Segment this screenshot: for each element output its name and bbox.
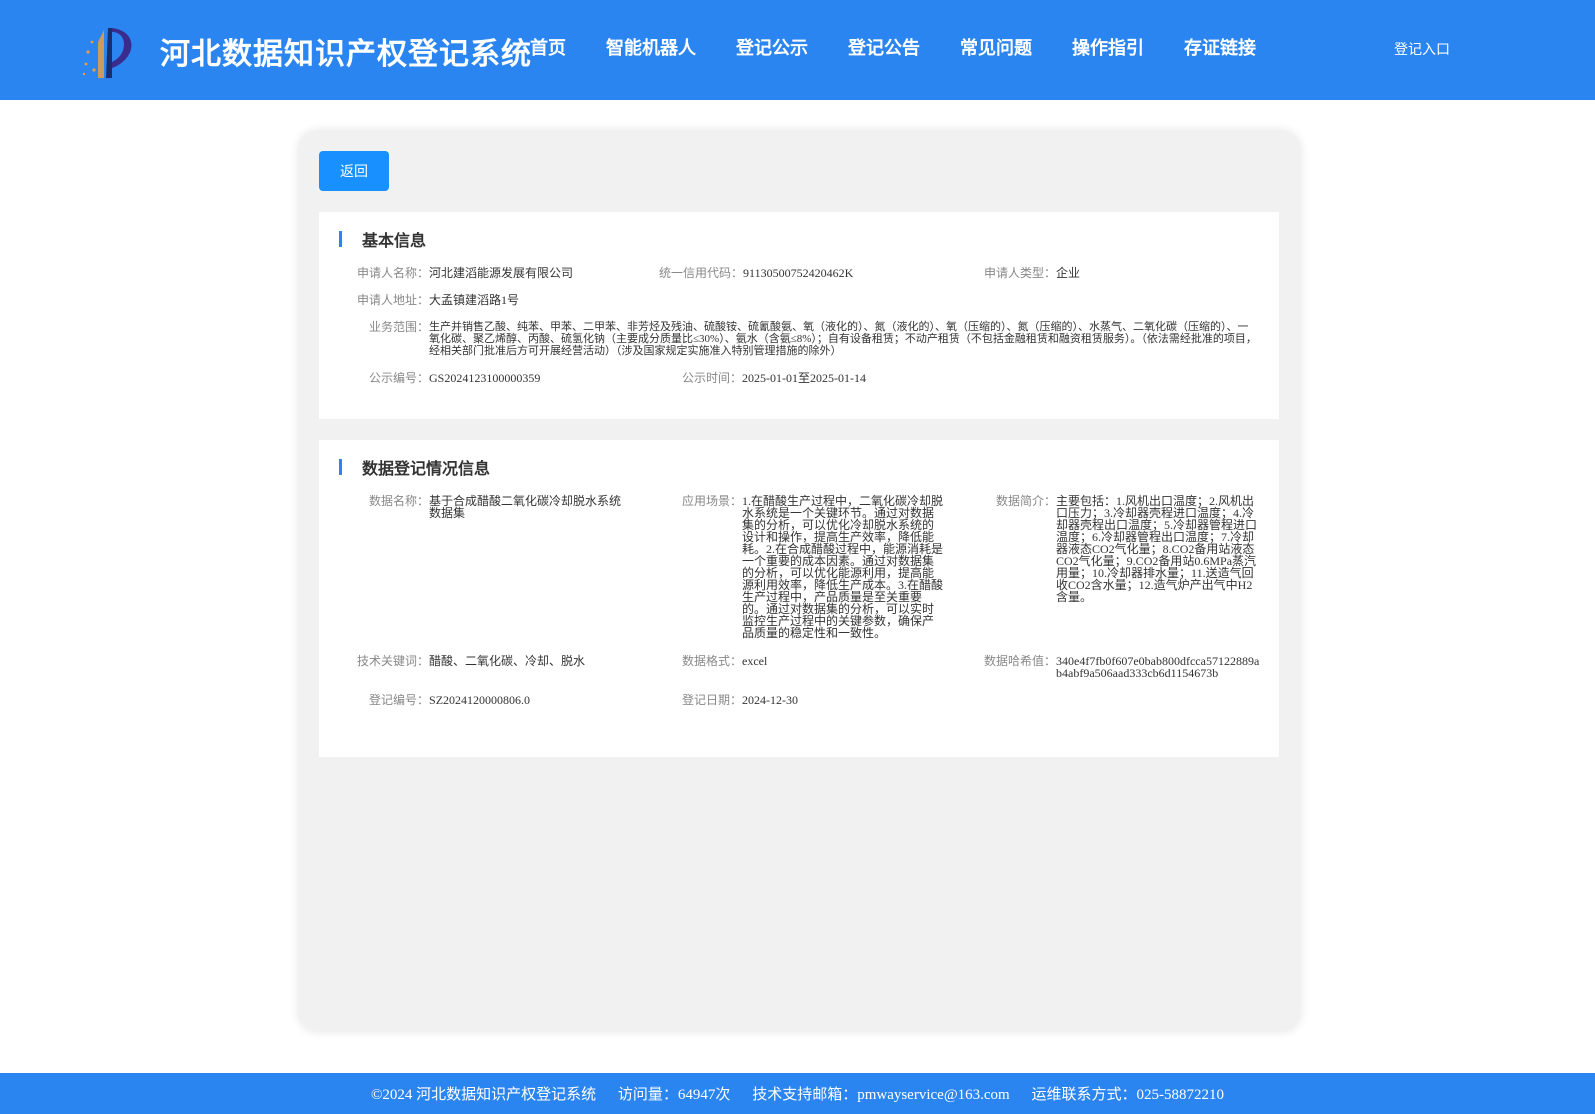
keywords-field: 技术关键词： 醋酸、二氧化碳、冷却、脱水: [357, 655, 585, 667]
field-label: 登记日期：: [682, 693, 743, 707]
field-label: 公示编号：: [369, 371, 430, 385]
basic-info-heading: 基本信息: [339, 230, 427, 250]
notice-no-field: 公示编号： GS2024123100000359: [369, 372, 540, 384]
footer: ©2024 河北数据知识产权登记系统 访问量：64947次 技术支持邮箱：pmw…: [0, 1073, 1595, 1114]
reg-date-field: 登记日期： 2024-12-30: [682, 694, 798, 706]
reg-date-value: 2024-12-30: [742, 693, 799, 707]
main-nav: 首页 智能机器人 登记公示 登记公告 常见问题 操作指引 存证链接: [530, 34, 1296, 60]
field-label: 技术关键词：: [357, 654, 430, 668]
field-label: 申请人类型：: [984, 266, 1057, 280]
credit-code-field: 统一信用代码： 91130500752420462K: [659, 267, 853, 279]
field-label: 登记编号：: [369, 693, 430, 707]
notice-time-value: 2025-01-01至2025-01-14: [742, 371, 867, 385]
scenario-value: 1.在醋酸生产过程中，二氧化碳冷却脱水系统是一个关键环节。通过对数据集的分析，可…: [742, 494, 944, 640]
applicant-name-value: 河北建滔能源发展有限公司: [429, 266, 574, 280]
field-label: 申请人名称：: [357, 266, 430, 280]
heading-accent-bar: [339, 459, 342, 475]
footer-email: 技术支持邮箱：pmwayservice@163.com: [752, 1087, 1010, 1103]
reg-no-field: 登记编号： SZ2024120000806.0: [369, 694, 530, 706]
scenario-field: 应用场景： 1.在醋酸生产过程中，二氧化碳冷却脱水系统是一个关键环节。通过对数据…: [682, 495, 944, 639]
applicant-type-field: 申请人类型： 企业: [984, 267, 1080, 279]
applicant-name-field: 申请人名称： 河北建滔能源发展有限公司: [357, 267, 573, 279]
basic-info-title: 基本信息: [362, 231, 427, 250]
notice-time-field: 公示时间： 2025-01-01至2025-01-14: [682, 372, 866, 384]
nav-robot[interactable]: 智能机器人: [606, 34, 696, 60]
reg-no-value: SZ2024120000806.0: [429, 693, 531, 707]
notice-no-value: GS2024123100000359: [429, 371, 541, 385]
field-label: 数据格式：: [682, 654, 743, 668]
back-button[interactable]: 返回: [319, 151, 389, 191]
logo-icon: [82, 28, 132, 78]
nav-faq[interactable]: 常见问题: [960, 34, 1032, 60]
footer-text: ©2024 河北数据知识产权登记系统 访问量：64947次 技术支持邮箱：pmw…: [0, 1083, 1595, 1104]
nav-registration-announcement[interactable]: 登记公告: [848, 34, 920, 60]
field-label: 公示时间：: [682, 371, 743, 385]
footer-copyright: ©2024 河北数据知识产权登记系统: [371, 1087, 597, 1103]
data-name-field: 数据名称： 基于合成醋酸二氧化碳冷却脱水系统数据集: [369, 495, 627, 519]
field-label: 数据哈希值：: [984, 654, 1057, 668]
address-field: 申请人地址： 大孟镇建滔路1号: [357, 294, 519, 306]
nav-home[interactable]: 首页: [530, 34, 566, 60]
business-scope-value: 生产并销售乙酸、纯苯、甲苯、二甲苯、非芳烃及残油、硫酸铵、硫氰酸氨、氧（液化的）…: [429, 321, 1257, 357]
basic-info-card: 基本信息 申请人名称： 河北建滔能源发展有限公司 统一信用代码： 9113050…: [319, 212, 1279, 419]
top-header: 河北数据知识产权登记系统 首页 智能机器人 登记公示 登记公告 常见问题 操作指…: [0, 0, 1595, 100]
field-label: 统一信用代码：: [659, 266, 744, 280]
data-name-value: 基于合成醋酸二氧化碳冷却脱水系统数据集: [429, 494, 622, 520]
nav-evidence-link[interactable]: 存证链接: [1184, 34, 1256, 60]
heading-accent-bar: [339, 231, 342, 247]
summary-field: 数据简介： 主要包括：1.风机出口温度；2.风机出口压力；3.冷却器壳程进口温度…: [996, 495, 1258, 603]
business-scope-field: 业务范围： 生产并销售乙酸、纯苯、甲苯、二甲苯、非芳烃及残油、硫酸铵、硫氰酸氨、…: [369, 321, 1269, 357]
nav-registration-public[interactable]: 登记公示: [736, 34, 808, 60]
data-registration-card: 数据登记情况信息 数据名称： 基于合成醋酸二氧化碳冷却脱水系统数据集 应用场景：…: [319, 440, 1279, 757]
footer-visits: 访问量：64947次: [617, 1087, 731, 1103]
format-value: excel: [742, 654, 768, 668]
login-link[interactable]: 登记入口: [1394, 39, 1450, 59]
format-field: 数据格式： excel: [682, 655, 767, 667]
applicant-type-value: 企业: [1056, 266, 1081, 280]
hash-field: 数据哈希值： 340e4f7fb0f607e0bab800dfcca571228…: [984, 655, 1262, 679]
site-title: 河北数据知识产权登记系统: [160, 37, 532, 72]
data-info-heading: 数据登记情况信息: [339, 458, 491, 478]
data-info-title: 数据登记情况信息: [362, 459, 491, 478]
hash-value: 340e4f7fb0f607e0bab800dfcca57122889ab4ab…: [1056, 654, 1260, 680]
summary-value: 主要包括：1.风机出口温度；2.风机出口压力；3.冷却器壳程进口温度；4.冷却器…: [1056, 494, 1258, 604]
field-label: 数据简介：: [996, 494, 1057, 508]
credit-code-value: 91130500752420462K: [743, 266, 854, 280]
field-label: 业务范围：: [369, 320, 430, 334]
nav-guide[interactable]: 操作指引: [1072, 34, 1144, 60]
keywords-value: 醋酸、二氧化碳、冷却、脱水: [429, 654, 586, 668]
footer-contact: 运维联系方式：025-58872210: [1031, 1087, 1224, 1103]
field-label: 申请人地址：: [357, 293, 430, 307]
detail-panel: 返回 基本信息 申请人名称： 河北建滔能源发展有限公司 统一信用代码： 9113…: [299, 131, 1300, 1031]
field-label: 数据名称：: [369, 494, 430, 508]
address-value: 大孟镇建滔路1号: [429, 293, 520, 307]
field-label: 应用场景：: [682, 494, 743, 508]
